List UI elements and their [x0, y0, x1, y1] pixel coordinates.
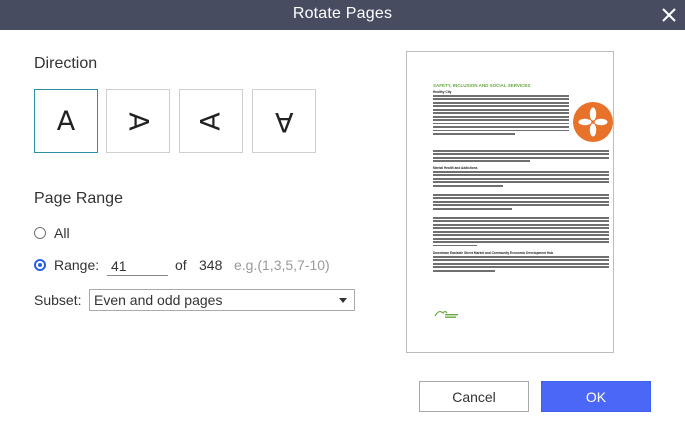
rotation-270-glyph: A: [195, 111, 227, 131]
city-logo-icon: [434, 310, 458, 318]
of-label: of: [175, 257, 187, 273]
page-preview: SAFETY, INCLUSION AND SOCIAL SERVICES He…: [406, 51, 614, 353]
subset-label: Subset:: [34, 292, 82, 308]
ok-button[interactable]: OK: [541, 381, 651, 412]
rotate-clockwise-button[interactable]: A: [106, 89, 170, 153]
page-range-label: Page Range: [34, 190, 123, 207]
dialog-title: Rotate Pages: [292, 5, 393, 22]
preview-paragraph: [433, 150, 609, 164]
all-pages-label: All: [54, 225, 70, 241]
preview-subhead: Downtown Eastside Street Market and Comm…: [433, 251, 554, 255]
total-pages: 348: [199, 257, 223, 273]
close-icon[interactable]: [659, 5, 679, 25]
range-label: Range:: [54, 257, 100, 273]
rotate-180-button[interactable]: A: [252, 89, 316, 153]
rotation-90-glyph: A: [122, 111, 154, 131]
rotate-counterclockwise-button[interactable]: A: [179, 89, 243, 153]
preview-paragraph: [433, 194, 609, 211]
preview-subhead: Healthy City: [433, 90, 452, 94]
range-example-hint: e.g.(1,3,5,7-10): [234, 257, 330, 273]
chevron-down-icon: [339, 298, 347, 303]
direction-label: Direction: [34, 55, 98, 72]
preview-subhead: Mental Health and Addictions: [433, 166, 478, 170]
preview-paragraph: [433, 256, 609, 273]
preview-paragraph: [433, 171, 609, 188]
range-radio[interactable]: [34, 259, 46, 271]
preview-paragraph: [433, 217, 609, 248]
preview-logo: [573, 102, 613, 142]
rotate-none-button[interactable]: A: [34, 89, 98, 153]
subset-value: Even and odd pages: [94, 292, 223, 308]
cancel-button[interactable]: Cancel: [419, 381, 529, 412]
preview-paragraph: [433, 95, 569, 137]
rotation-180-glyph: A: [274, 105, 294, 137]
range-input[interactable]: [107, 256, 168, 276]
all-pages-radio[interactable]: [34, 227, 46, 239]
subset-dropdown[interactable]: Even and odd pages: [89, 289, 355, 311]
preview-heading: SAFETY, INCLUSION AND SOCIAL SERVICES: [433, 83, 531, 88]
rotation-0-glyph: A: [56, 105, 76, 137]
title-bar: Rotate Pages: [0, 0, 685, 30]
